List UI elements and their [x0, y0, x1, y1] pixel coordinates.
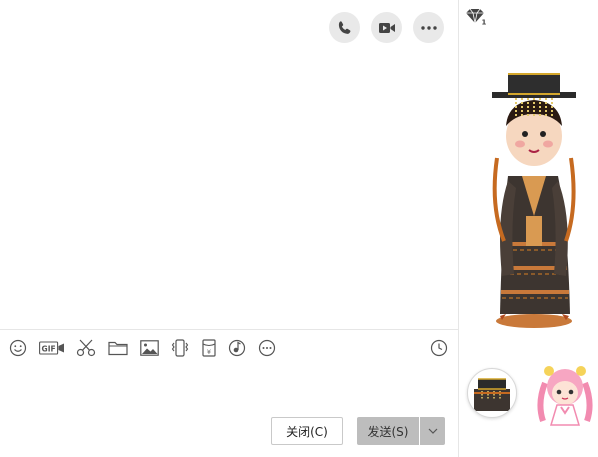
- scissors-icon: [76, 339, 96, 357]
- send-button[interactable]: 发送(S): [357, 417, 419, 445]
- image-icon: [139, 340, 159, 356]
- send-file-button[interactable]: [108, 338, 128, 358]
- gif-icon: GIF: [39, 341, 64, 355]
- history-clock-icon: [430, 339, 448, 357]
- message-input[interactable]: [0, 365, 458, 410]
- music-button[interactable]: [227, 338, 247, 358]
- chevron-down-icon: [428, 428, 437, 434]
- video-camera-icon: [378, 22, 395, 33]
- voice-call-button[interactable]: [329, 12, 360, 43]
- message-history-button[interactable]: [429, 338, 449, 358]
- message-log[interactable]: [0, 50, 458, 328]
- video-call-button[interactable]: [371, 12, 402, 43]
- svg-text:¥: ¥: [207, 348, 211, 356]
- shake-icon: [171, 339, 189, 357]
- screenshot-button[interactable]: [76, 338, 96, 358]
- contact-show-avatar: [492, 73, 576, 336]
- emoji-icon: [9, 339, 27, 357]
- profile-side-panel: 1: [460, 0, 598, 457]
- folder-icon: [108, 341, 128, 356]
- my-avatar-image: [474, 378, 510, 411]
- chat-area: GIF ¥ 关闭(C) 发送(S): [0, 0, 459, 457]
- top-actions: [329, 12, 444, 43]
- send-options-button[interactable]: [420, 417, 445, 445]
- close-button[interactable]: 关闭(C): [271, 417, 343, 445]
- more-horizontal-icon: [420, 25, 437, 30]
- contact-sticker: [537, 366, 593, 426]
- red-packet-button[interactable]: ¥: [199, 338, 219, 358]
- more-tools-button[interactable]: [257, 338, 277, 358]
- more-options-button[interactable]: [413, 12, 444, 43]
- my-avatar[interactable]: [467, 368, 517, 418]
- music-icon: [228, 339, 246, 357]
- gif-label: GIF: [42, 344, 56, 353]
- diamond-icon[interactable]: 1: [466, 8, 486, 25]
- more-circle-icon: [258, 339, 276, 357]
- input-toolbar: GIF ¥: [0, 333, 458, 361]
- send-image-button[interactable]: [139, 338, 159, 358]
- gif-button[interactable]: GIF: [39, 338, 65, 358]
- toolbar-divider: [0, 329, 458, 330]
- emoji-button[interactable]: [8, 338, 28, 358]
- shake-window-button[interactable]: [170, 338, 190, 358]
- red-packet-icon: ¥: [202, 339, 216, 357]
- phone-icon: [338, 20, 350, 34]
- svg-text:1: 1: [482, 19, 487, 26]
